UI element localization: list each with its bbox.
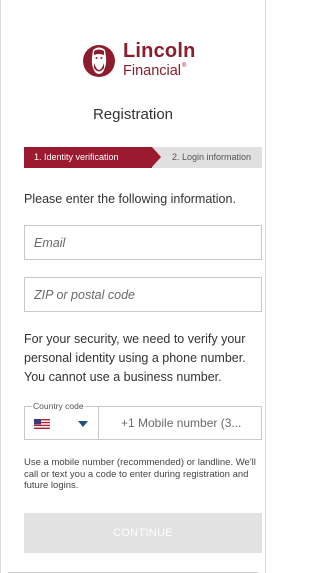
- step-identity-verification: 1. Identity verification: [24, 147, 152, 168]
- step-arrow: [152, 147, 161, 167]
- lincoln-head-icon: [83, 45, 115, 77]
- mobile-number-input[interactable]: [99, 407, 261, 439]
- email-input[interactable]: [25, 226, 261, 259]
- phone-row: Country code: [24, 401, 262, 440]
- country-code-select[interactable]: Country code: [24, 401, 98, 440]
- trademark-symbol: ®: [182, 63, 187, 69]
- zip-input[interactable]: [25, 278, 261, 311]
- zip-field[interactable]: [24, 277, 262, 312]
- mobile-number-field[interactable]: [98, 406, 262, 440]
- brand-subname: Financial®: [123, 63, 187, 79]
- us-flag-icon: [34, 419, 50, 429]
- country-code-label: Country code: [32, 401, 85, 411]
- brand-name: Lincoln: [123, 40, 196, 62]
- step-login-information: 2. Login information: [152, 147, 262, 168]
- phone-hint: Use a mobile number (recommended) or lan…: [24, 457, 256, 491]
- progress-stepper: 2. Login information 1. Identity verific…: [24, 147, 262, 168]
- page-title: Registration: [92, 106, 174, 123]
- email-field[interactable]: [24, 225, 262, 260]
- security-notice: For your security, we need to verify you…: [24, 332, 246, 384]
- chevron-down-icon[interactable]: [78, 421, 88, 427]
- form-instructions: Please enter the following information.: [24, 192, 236, 206]
- continue-button[interactable]: CONTINUE: [24, 513, 262, 553]
- brand-logo: Lincoln Financial®: [82, 38, 202, 88]
